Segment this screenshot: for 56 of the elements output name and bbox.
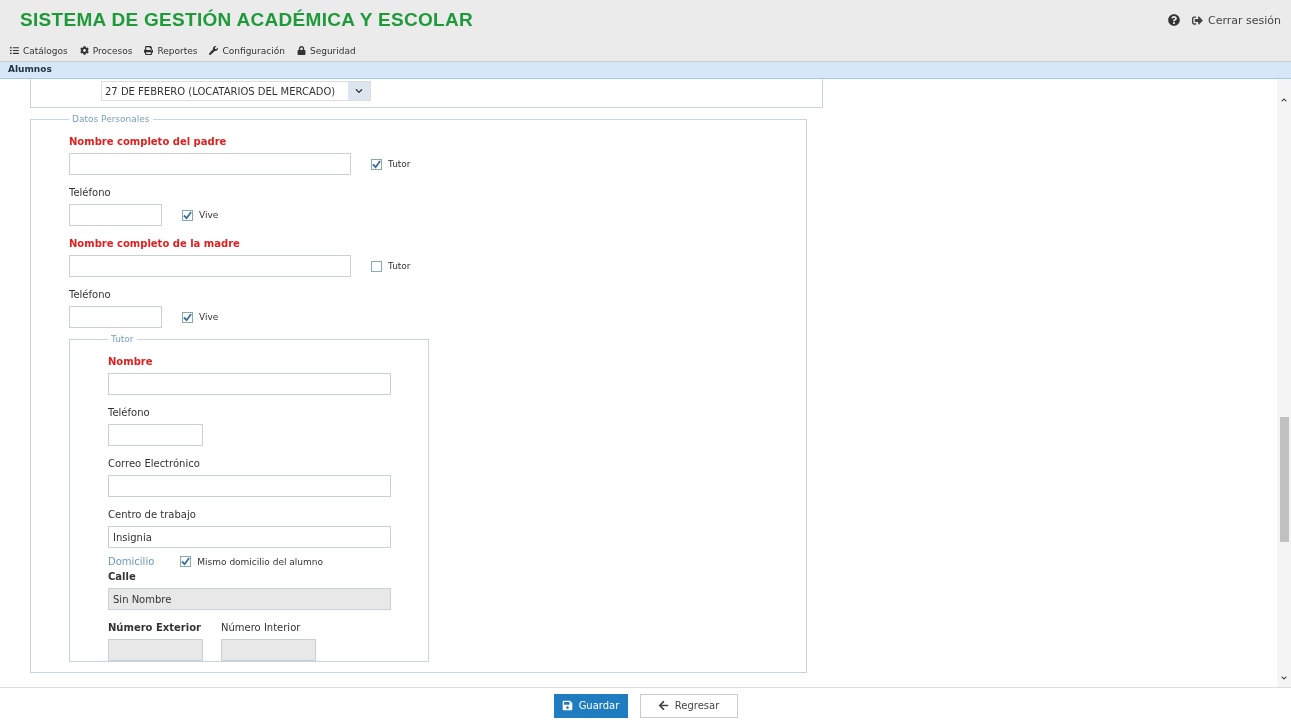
- field-label: Nombre completo del padre: [69, 136, 228, 147]
- input-field[interactable]: [69, 255, 351, 277]
- menu-item-icon: [209, 46, 219, 55]
- input-field[interactable]: [108, 373, 391, 395]
- logout-link[interactable]: Cerrar sesión: [1191, 13, 1281, 27]
- input-field[interactable]: Insignia: [108, 526, 391, 548]
- fieldset-legend: Datos Personales: [69, 114, 153, 124]
- scroll-up-icon[interactable]: [1281, 97, 1287, 103]
- input-field[interactable]: [108, 424, 203, 446]
- scrollbar[interactable]: [1277, 79, 1291, 687]
- arrow-left-icon: [657, 700, 669, 711]
- input-field[interactable]: [69, 306, 162, 328]
- check-icon: [183, 312, 192, 322]
- save-button[interactable]: Guardar: [553, 693, 628, 718]
- field-label: Calle: [108, 571, 137, 582]
- field-label: Número Interior: [221, 622, 301, 633]
- app-title: SISTEMA DE GESTIÓN ACADÉMICA Y ESCOLAR: [20, 9, 474, 31]
- field-label: Nombre completo de la madre: [69, 238, 241, 249]
- menu-item-icon: [144, 46, 154, 55]
- school-select[interactable]: 27 DE FEBRERO (LOCATARIOS DEL MERCADO): [101, 81, 371, 101]
- menu-item[interactable]: Procesos: [79, 45, 133, 56]
- input-field[interactable]: [108, 475, 391, 497]
- checkbox[interactable]: Vive: [182, 311, 219, 323]
- input-field[interactable]: [69, 153, 351, 175]
- field-label: Número Exterior: [108, 622, 201, 633]
- back-button[interactable]: Regresar: [639, 693, 738, 718]
- help-icon[interactable]: [1167, 14, 1180, 26]
- field-label: Teléfono: [69, 187, 112, 198]
- save-icon: [561, 700, 573, 711]
- checkbox[interactable]: Tutor: [371, 158, 411, 170]
- field-label: Nombre: [108, 356, 154, 367]
- checkbox[interactable]: Vive: [182, 209, 219, 221]
- field-label: Correo Electrónico: [108, 458, 201, 469]
- menu-item-icon: [10, 46, 19, 55]
- check-icon: [181, 557, 191, 566]
- chevron-down-icon: [355, 87, 363, 95]
- menu-item[interactable]: Configuración: [209, 45, 285, 56]
- checkbox[interactable]: Mismo domicilio del alumno: [180, 556, 323, 567]
- menu-item-icon: [79, 46, 89, 55]
- scroll-down-icon[interactable]: [1281, 675, 1287, 681]
- menu-item-icon: [296, 46, 306, 55]
- checkbox[interactable]: Tutor: [371, 260, 411, 272]
- breadcrumb: Alumnos: [0, 62, 1291, 79]
- check-icon: [372, 159, 381, 169]
- scrollbar-thumb[interactable]: [1279, 416, 1289, 542]
- check-icon: [183, 210, 192, 220]
- field-label: Teléfono: [69, 289, 112, 300]
- input-field[interactable]: [69, 204, 162, 226]
- menu-item[interactable]: Seguridad: [296, 45, 356, 56]
- section-label: Domicilio: [108, 556, 155, 567]
- menu-item[interactable]: Reportes: [144, 45, 198, 56]
- field-label: Centro de trabajo: [108, 509, 197, 520]
- fieldset-legend: Tutor: [108, 334, 137, 344]
- menu-item[interactable]: Catálogos: [10, 45, 68, 56]
- logout-icon: [1191, 14, 1203, 26]
- field-label: Teléfono: [108, 407, 151, 418]
